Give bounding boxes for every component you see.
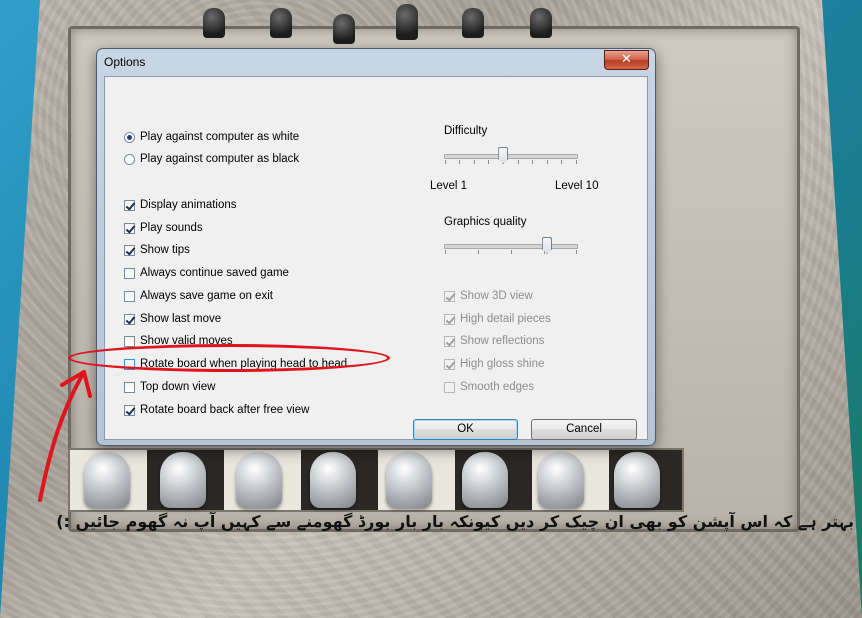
- annotation-note: بہتر ہے کہ اس آپشن کو بھی ان چیک کر دیں …: [56, 512, 854, 531]
- arrow-icon: [38, 370, 92, 502]
